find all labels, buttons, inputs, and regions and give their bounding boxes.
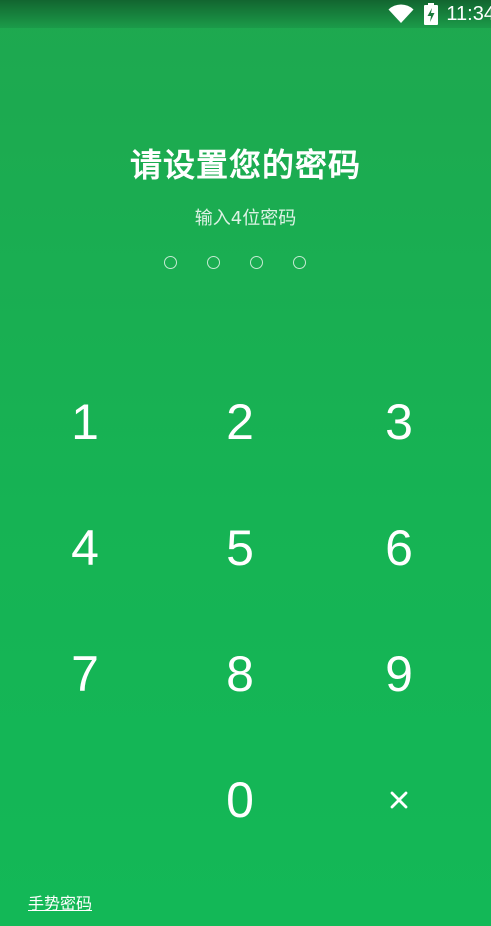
battery-charging-icon <box>424 3 439 25</box>
delete-button[interactable] <box>339 750 459 850</box>
gesture-password-link[interactable]: 手势密码 <box>28 890 92 914</box>
pin-dot <box>250 256 263 269</box>
status-time: 11:34 <box>446 2 491 25</box>
status-bar: 11:34 <box>0 0 491 28</box>
key-9[interactable]: 9 <box>339 624 459 724</box>
pin-dot <box>164 256 177 269</box>
wifi-icon <box>388 4 414 23</box>
key-8[interactable]: 8 <box>180 624 300 724</box>
close-icon <box>390 791 408 809</box>
pin-dot <box>293 256 306 269</box>
pin-dot <box>207 256 220 269</box>
page-title: 请设置您的密码 <box>129 146 361 184</box>
pin-indicator <box>164 256 306 269</box>
key-5[interactable]: 5 <box>180 498 300 598</box>
key-2[interactable]: 2 <box>180 372 300 472</box>
key-6[interactable]: 6 <box>339 498 459 598</box>
page-subtitle: 输入4位密码 <box>194 208 297 229</box>
key-4[interactable]: 4 <box>25 498 145 598</box>
key-7[interactable]: 7 <box>25 624 145 724</box>
key-3[interactable]: 3 <box>339 372 459 472</box>
status-icons: 11:34 <box>388 0 491 28</box>
key-0[interactable]: 0 <box>180 750 300 850</box>
key-1[interactable]: 1 <box>25 372 145 472</box>
